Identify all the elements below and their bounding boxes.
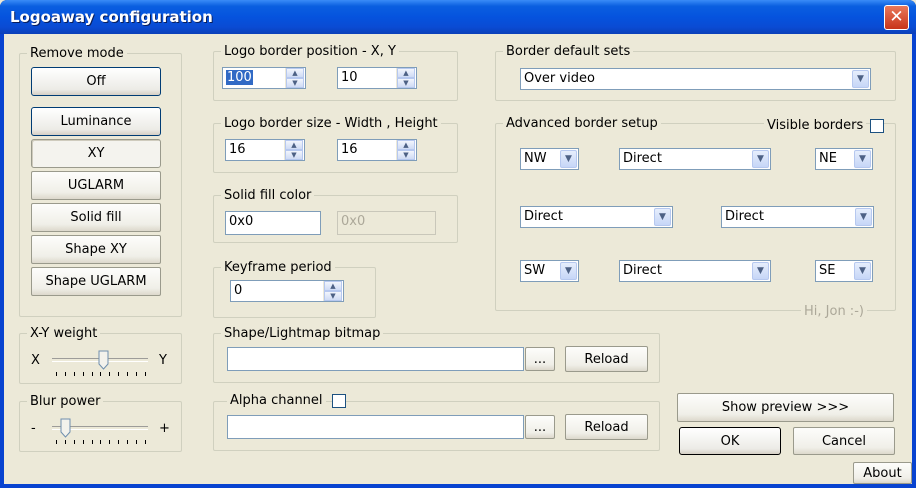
- shape-bitmap-reload-button[interactable]: Reload: [565, 346, 648, 372]
- border-left-value: Direct: [524, 209, 563, 224]
- close-button[interactable]: ✕: [884, 5, 909, 30]
- shape-bitmap-label: Shape/Lightmap bitmap: [221, 326, 384, 341]
- advanced-border-label: Advanced border setup: [503, 116, 661, 131]
- spin-up-icon[interactable]: ▲: [397, 140, 415, 150]
- alpha-channel-browse-button[interactable]: ...: [525, 415, 555, 439]
- signature-text: Hi, Jon :-): [801, 304, 867, 319]
- xy-weight-slider-thumb[interactable]: [98, 350, 109, 370]
- alpha-channel-label: Alpha channel: [227, 393, 326, 408]
- chevron-down-icon[interactable]: ▼: [752, 262, 769, 280]
- border-ne-select[interactable]: NE ▼: [815, 148, 873, 170]
- ok-button[interactable]: OK: [679, 427, 781, 455]
- border-left-select[interactable]: Direct ▼: [520, 206, 673, 228]
- blur-plus-label: +: [159, 421, 170, 436]
- dialog-window: Logoaway configuration ✕ Remove mode Off…: [0, 0, 916, 488]
- border-top-select[interactable]: Direct ▼: [619, 148, 771, 170]
- position-x-spinner[interactable]: ▲ ▼: [285, 68, 304, 88]
- border-ne-value: NE: [819, 151, 837, 166]
- title-bar[interactable]: Logoaway configuration ✕: [0, 0, 916, 34]
- border-sw-value: SW: [524, 263, 546, 278]
- xy-weight-label: X-Y weight: [27, 326, 101, 341]
- xy-weight-ticks: [56, 372, 146, 376]
- border-bottom-select[interactable]: Direct ▼: [619, 260, 771, 282]
- blur-power-slider-thumb[interactable]: [60, 418, 71, 438]
- keyframe-spinner[interactable]: ▲ ▼: [323, 281, 342, 301]
- border-se-select[interactable]: SE ▼: [815, 260, 873, 282]
- shape-bitmap-browse-button[interactable]: ...: [525, 347, 555, 371]
- spin-down-icon[interactable]: ▼: [324, 291, 342, 301]
- blur-power-label: Blur power: [27, 394, 104, 409]
- border-right-select[interactable]: Direct ▼: [721, 206, 874, 228]
- spin-up-icon[interactable]: ▲: [397, 68, 415, 78]
- border-bottom-value: Direct: [623, 263, 662, 278]
- chevron-down-icon[interactable]: ▼: [752, 150, 769, 168]
- alpha-channel-checkbox[interactable]: [332, 394, 346, 408]
- logo-position-label: Logo border position - X, Y: [221, 44, 399, 59]
- mode-uglarm-button[interactable]: UGLARM: [31, 171, 161, 200]
- blur-minus-label: -: [31, 421, 36, 436]
- spin-down-icon[interactable]: ▼: [286, 78, 304, 88]
- visible-borders-label: Visible borders: [764, 118, 867, 133]
- spin-down-icon[interactable]: ▼: [397, 78, 415, 88]
- about-button[interactable]: About: [853, 462, 912, 484]
- size-width-spinner[interactable]: ▲ ▼: [284, 140, 303, 160]
- xy-weight-y-label: Y: [159, 353, 167, 368]
- alpha-channel-reload-button[interactable]: Reload: [565, 414, 648, 440]
- border-sw-select[interactable]: SW ▼: [520, 260, 579, 282]
- chevron-down-icon[interactable]: ▼: [560, 150, 577, 168]
- chevron-down-icon[interactable]: ▼: [854, 262, 871, 280]
- border-se-value: SE: [819, 263, 836, 278]
- solid-fill-label: Solid fill color: [221, 188, 315, 203]
- visible-borders-checkbox[interactable]: [870, 119, 884, 133]
- alpha-channel-path-input[interactable]: [227, 415, 524, 439]
- position-x-value: 100: [226, 70, 253, 85]
- shape-bitmap-path-input[interactable]: [227, 347, 524, 371]
- border-top-value: Direct: [623, 151, 662, 166]
- chevron-down-icon[interactable]: ▼: [852, 70, 869, 88]
- mode-shape-xy-button[interactable]: Shape XY: [31, 235, 161, 264]
- mode-solid-fill-button[interactable]: Solid fill: [31, 203, 161, 232]
- keyframe-label: Keyframe period: [221, 260, 335, 275]
- mode-xy-button[interactable]: XY: [31, 139, 161, 168]
- show-preview-button[interactable]: Show preview >>>: [677, 393, 894, 422]
- solid-fill-input[interactable]: 0x0: [225, 211, 321, 235]
- border-default-sets-value: Over video: [524, 71, 595, 86]
- chevron-down-icon[interactable]: ▼: [560, 262, 577, 280]
- border-default-sets-select[interactable]: Over video ▼: [520, 68, 871, 90]
- window-title: Logoaway configuration: [10, 8, 213, 26]
- logo-size-label: Logo border size - Width , Height: [221, 116, 441, 131]
- blur-power-ticks: [56, 440, 146, 444]
- spin-up-icon[interactable]: ▲: [286, 68, 304, 78]
- chevron-down-icon[interactable]: ▼: [654, 208, 671, 226]
- window-frame-bottom: [0, 484, 916, 488]
- chevron-down-icon[interactable]: ▼: [854, 150, 871, 168]
- window-frame-right: [912, 34, 916, 488]
- solid-fill-disabled-input: 0x0: [337, 211, 436, 235]
- mode-off-button[interactable]: Off: [31, 67, 161, 96]
- close-icon: ✕: [889, 7, 904, 27]
- mode-luminance-button[interactable]: Luminance: [31, 107, 161, 136]
- spin-down-icon[interactable]: ▼: [285, 150, 303, 160]
- spin-up-icon[interactable]: ▲: [285, 140, 303, 150]
- border-default-sets-label: Border default sets: [503, 44, 634, 59]
- cancel-button[interactable]: Cancel: [793, 427, 895, 455]
- spin-down-icon[interactable]: ▼: [397, 150, 415, 160]
- position-y-spinner[interactable]: ▲ ▼: [396, 68, 415, 88]
- border-nw-value: NW: [524, 151, 547, 166]
- chevron-down-icon[interactable]: ▼: [855, 208, 872, 226]
- xy-weight-x-label: X: [31, 353, 40, 368]
- border-nw-select[interactable]: NW ▼: [520, 148, 579, 170]
- mode-shape-uglarm-button[interactable]: Shape UGLARM: [31, 267, 161, 296]
- size-height-spinner[interactable]: ▲ ▼: [396, 140, 415, 160]
- spin-up-icon[interactable]: ▲: [324, 281, 342, 291]
- remove-mode-label: Remove mode: [27, 46, 127, 61]
- border-right-value: Direct: [725, 209, 764, 224]
